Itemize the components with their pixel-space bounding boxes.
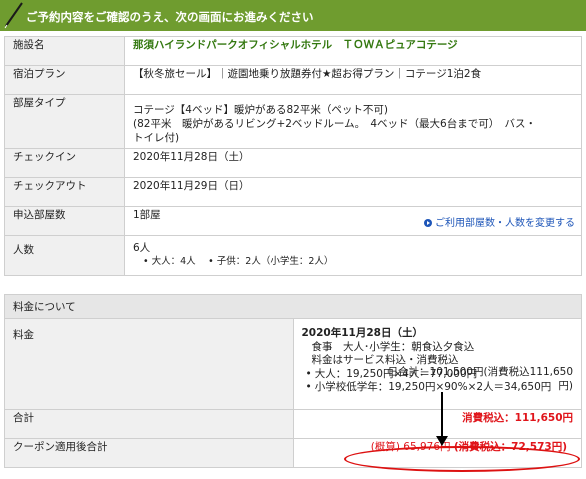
room-type-line: コテージ【4ベッド】暖炉がある82平米（ペット不可)	[133, 104, 388, 116]
table-row: 料金 2020年11月28日（土） 食事 大人･小学生：朝食込夕食込 料金はサー…	[4, 318, 582, 410]
meal-info: 食事 大人･小学生：朝食込夕食込	[311, 340, 475, 353]
table-row: チェックアウト 2020年11月29日（日）	[4, 177, 582, 207]
people-value: 6人 大人：4人 • 子供：2人（小学生：2人）	[124, 235, 582, 276]
change-rooms-link[interactable]: ご利用部屋数・人数を変更する	[424, 214, 575, 229]
people-breakdown: 大人：4人 • 子供：2人（小学生：2人）	[143, 256, 333, 267]
table-row: 申込部屋数 1部屋 ご利用部屋数・人数を変更する	[4, 206, 582, 236]
checkout-value: 2020年11月29日（日）	[124, 177, 582, 207]
room-type-line: トイレ付)	[133, 132, 180, 144]
rooms-label: 申込部屋数	[4, 206, 125, 236]
facility-label: 施設名	[4, 36, 125, 66]
room-type-value: コテージ【4ベッド】暖炉がある82平米（ペット不可) (82平米 暖炉があるリビ…	[124, 94, 582, 149]
people-total: 6人	[133, 242, 151, 254]
table-row: 料金について	[4, 294, 582, 319]
pricing-section-title: 料金について	[4, 294, 582, 319]
arrow-circle-icon	[424, 219, 432, 227]
rooms-value: 1部屋 ご利用部屋数・人数を変更する	[124, 206, 582, 236]
fee-date: 2020年11月28日（土）	[301, 327, 423, 339]
total-value: 消費税込：111,650円	[292, 409, 582, 439]
table-row: チェックイン 2020年11月28日（土）	[4, 148, 582, 178]
table-row: 施設名 那須ハイランドパークオフィシャルホテル ＴＯＷＡピュアコテージ	[4, 36, 582, 66]
annotation-arrow	[441, 392, 443, 440]
table-row: 合計 消費税込：111,650円	[4, 409, 582, 439]
checkout-label: チェックアウト	[4, 177, 125, 207]
table-row: 部屋タイプ コテージ【4ベッド】暖炉がある82平米（ペット不可) (82平米 暖…	[4, 94, 582, 149]
facility-value: 那須ハイランドパークオフィシャルホテル ＴＯＷＡピュアコテージ	[124, 36, 582, 66]
pencil-icon	[4, 2, 23, 29]
people-label: 人数	[4, 235, 125, 276]
plan-label: 宿泊プラン	[4, 65, 125, 95]
arrow-down-icon	[436, 436, 448, 446]
coupon-total-label: クーポン適用後合計	[4, 438, 294, 468]
total-label: 合計	[4, 409, 294, 439]
reservation-table: 施設名 那須ハイランドパークオフィシャルホテル ＴＯＷＡピュアコテージ 宿泊プラ…	[4, 36, 582, 276]
fee-value: 2020年11月28日（土） 食事 大人･小学生：朝食込夕食込 料金はサービス料…	[292, 318, 582, 410]
pricing-table: 料金について 料金 2020年11月28日（土） 食事 大人･小学生：朝食込夕食…	[4, 294, 582, 468]
table-row: 宿泊プラン 【秋冬旅セール】｜遊園地乗り放題券付★超お得プラン｜コテージ1泊2食	[4, 65, 582, 95]
checkin-label: チェックイン	[4, 148, 125, 178]
page-header: ご予約内容をご確認のうえ、次の画面にお進みください	[0, 0, 586, 31]
fee-label: 料金	[4, 318, 294, 410]
day-total: 日合計：101,500円(消費税込111,650 円)	[387, 366, 573, 392]
checkin-value: 2020年11月28日（土）	[124, 148, 582, 178]
page-title: ご予約内容をご確認のうえ、次の画面にお進みください	[26, 10, 314, 24]
room-type-line: (82平米 暖炉があるリビング+2ベッドルーム。 4ベッド（最大6台まで可） バ…	[133, 118, 536, 130]
highlight-ellipse	[344, 446, 580, 472]
table-row: 人数 6人 大人：4人 • 子供：2人（小学生：2人）	[4, 235, 582, 276]
plan-value: 【秋冬旅セール】｜遊園地乗り放題券付★超お得プラン｜コテージ1泊2食	[124, 65, 582, 95]
room-type-label: 部屋タイプ	[4, 94, 125, 149]
